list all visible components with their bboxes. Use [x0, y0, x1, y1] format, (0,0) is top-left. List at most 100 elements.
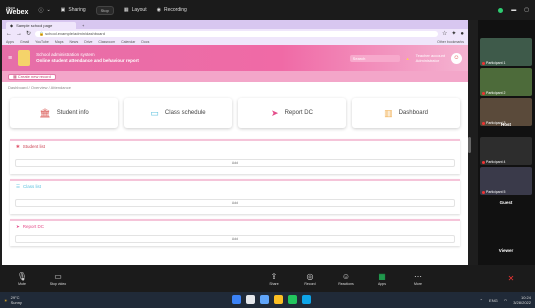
record-dot-icon: [498, 7, 504, 13]
app-title: School administration system Online stud…: [36, 52, 139, 63]
bookmark-item[interactable]: News: [69, 40, 78, 44]
plus-icon: +: [82, 23, 85, 28]
card-student-info[interactable]: 🏛 Student info: [10, 98, 118, 128]
star-icon[interactable]: ☆: [442, 30, 447, 37]
create-record-button[interactable]: ▦ Create new record: [8, 73, 56, 80]
layout-button[interactable]: ▦ Layout: [124, 7, 147, 13]
chevron-up-icon[interactable]: ⌃: [480, 298, 483, 303]
chrome-icon[interactable]: [288, 295, 297, 304]
task-view-icon[interactable]: [260, 295, 269, 304]
shared-screen: ◆ Sample school page + ← → ↻ 🔒 school.ex…: [2, 20, 468, 265]
more-icon: ⋯: [414, 271, 422, 281]
chart-icon: ▥: [384, 107, 393, 118]
back-icon[interactable]: ←: [6, 31, 12, 37]
leave-button[interactable]: ✕: [493, 274, 529, 283]
users-icon: ✱: [16, 143, 20, 149]
new-tab-button[interactable]: +: [78, 22, 98, 29]
info-icon: ⓘ: [38, 7, 44, 14]
panel-class-list: ☰ Class list Add: [10, 179, 460, 214]
meeting-info-button[interactable]: ⓘ ⌄: [38, 7, 50, 14]
reactions-button[interactable]: ☺ Reactions: [328, 272, 364, 286]
url-input[interactable]: 🔒 school.example/admin/dashboard: [35, 30, 438, 37]
mic-muted-icon: [482, 190, 485, 194]
participant-tile-name: Host: [501, 122, 511, 127]
chevron-down-icon: ⌄: [46, 7, 51, 13]
taskbar-apps: [232, 295, 311, 304]
weather-widget[interactable]: ☀ 29°C Sunny: [4, 295, 22, 305]
participant-video[interactable]: Participant 2: [480, 68, 532, 96]
app-header: ≡ School administration system Online st…: [2, 45, 468, 71]
participant-video[interactable]: Participant 1: [480, 38, 532, 66]
bookmark-item[interactable]: YouTube: [35, 40, 49, 44]
bookmark-item[interactable]: Classroom: [98, 40, 115, 44]
search-icon[interactable]: [246, 295, 255, 304]
start-icon[interactable]: [232, 295, 241, 304]
apps-icon: ▦: [378, 271, 386, 281]
webex-top-bar: cisco Webex ⓘ ⌄ ▣ Sharing Stop ▦ Layout …: [0, 0, 535, 20]
participant-tile-name: Viewer: [498, 248, 514, 253]
more-button[interactable]: ⋯ More: [400, 272, 436, 286]
card-report-dc[interactable]: ➤ Report DC: [238, 98, 346, 128]
add-button[interactable]: Add: [15, 235, 455, 243]
add-button[interactable]: Add: [15, 159, 455, 167]
bookmark-item[interactable]: Maps: [55, 40, 64, 44]
building-icon: 🏛: [39, 107, 51, 118]
send-icon: ➤: [16, 223, 20, 229]
extensions-icon[interactable]: ✦: [451, 30, 456, 37]
sun-icon: ☀: [4, 297, 8, 303]
stop-video-button[interactable]: ▭ Stop video: [40, 272, 76, 286]
scrollbar[interactable]: [468, 137, 471, 153]
browser-tab[interactable]: ◆ Sample school page: [6, 22, 76, 29]
bookmark-item[interactable]: Gmail: [20, 40, 29, 44]
mic-muted-icon: [482, 160, 485, 164]
school-crest-logo: [18, 50, 31, 66]
participant-video[interactable]: Participant 4: [480, 137, 532, 165]
forward-icon[interactable]: →: [16, 31, 22, 37]
apps-button[interactable]: ▦ Apps: [364, 272, 400, 286]
send-icon: ➤: [271, 107, 279, 118]
webex-logo: cisco Webex: [6, 5, 28, 16]
mute-button[interactable]: 🎙 Mute: [4, 272, 40, 286]
mic-muted-icon: [482, 91, 485, 95]
reactions-icon: ☺: [341, 271, 351, 281]
minimize-icon[interactable]: ▬: [511, 7, 516, 13]
list-icon: ☰: [16, 183, 21, 189]
panel-header: ☰ Class list: [16, 183, 42, 190]
leave-icon: ✕: [507, 274, 515, 283]
participant-video[interactable]: Participant 5: [480, 167, 532, 195]
language-indicator[interactable]: ENG: [489, 298, 498, 303]
menu-icon[interactable]: ≡: [8, 55, 12, 62]
bookmark-item[interactable]: Calendar: [121, 40, 135, 44]
card-dashboard[interactable]: ▥ Dashboard: [352, 98, 460, 128]
breadcrumb: Dashboard / Overview / Attendance: [8, 84, 71, 90]
wifi-icon[interactable]: ◠: [504, 298, 508, 303]
panel-header: ✱ Student list: [16, 143, 46, 150]
layout-icon: ▦: [123, 7, 129, 13]
webex-icon[interactable]: [302, 295, 311, 304]
folder-icon: ▭: [150, 107, 159, 118]
browser-tab-strip: ◆ Sample school page +: [2, 20, 468, 29]
profile-icon[interactable]: ●: [460, 31, 464, 37]
sharing-indicator[interactable]: ▣ Sharing: [61, 7, 86, 13]
other-bookmarks[interactable]: Other bookmarks: [437, 40, 464, 44]
record-button[interactable]: ◎ Record: [292, 272, 328, 286]
clock[interactable]: 10:24 3/28/2022: [513, 295, 531, 305]
stop-share-button[interactable]: Stop: [95, 5, 114, 15]
bookmark-item[interactable]: Docs: [141, 40, 149, 44]
maximize-icon[interactable]: ▢: [524, 7, 529, 13]
bookmark-item[interactable]: Drive: [84, 40, 92, 44]
user-info: Teacher account Administrator: [415, 53, 445, 63]
search-input[interactable]: Search: [349, 54, 400, 62]
file-explorer-icon[interactable]: [274, 295, 283, 304]
card-class-schedule[interactable]: ▭ Class schedule: [124, 98, 232, 128]
reload-icon[interactable]: ↻: [26, 30, 31, 37]
share-screen-icon: ▣: [60, 7, 66, 13]
share-icon: ⇪: [270, 271, 278, 281]
share-button[interactable]: ⇪ Share: [256, 272, 292, 286]
panel-student-list: ✱ Student list Add: [10, 139, 460, 174]
mic-muted-icon: [482, 61, 485, 65]
add-button[interactable]: Add: [15, 199, 455, 207]
avatar[interactable]: ☺: [451, 52, 462, 64]
bookmark-item[interactable]: Apps: [6, 40, 14, 44]
recording-status: ◉ Recording: [156, 7, 187, 13]
